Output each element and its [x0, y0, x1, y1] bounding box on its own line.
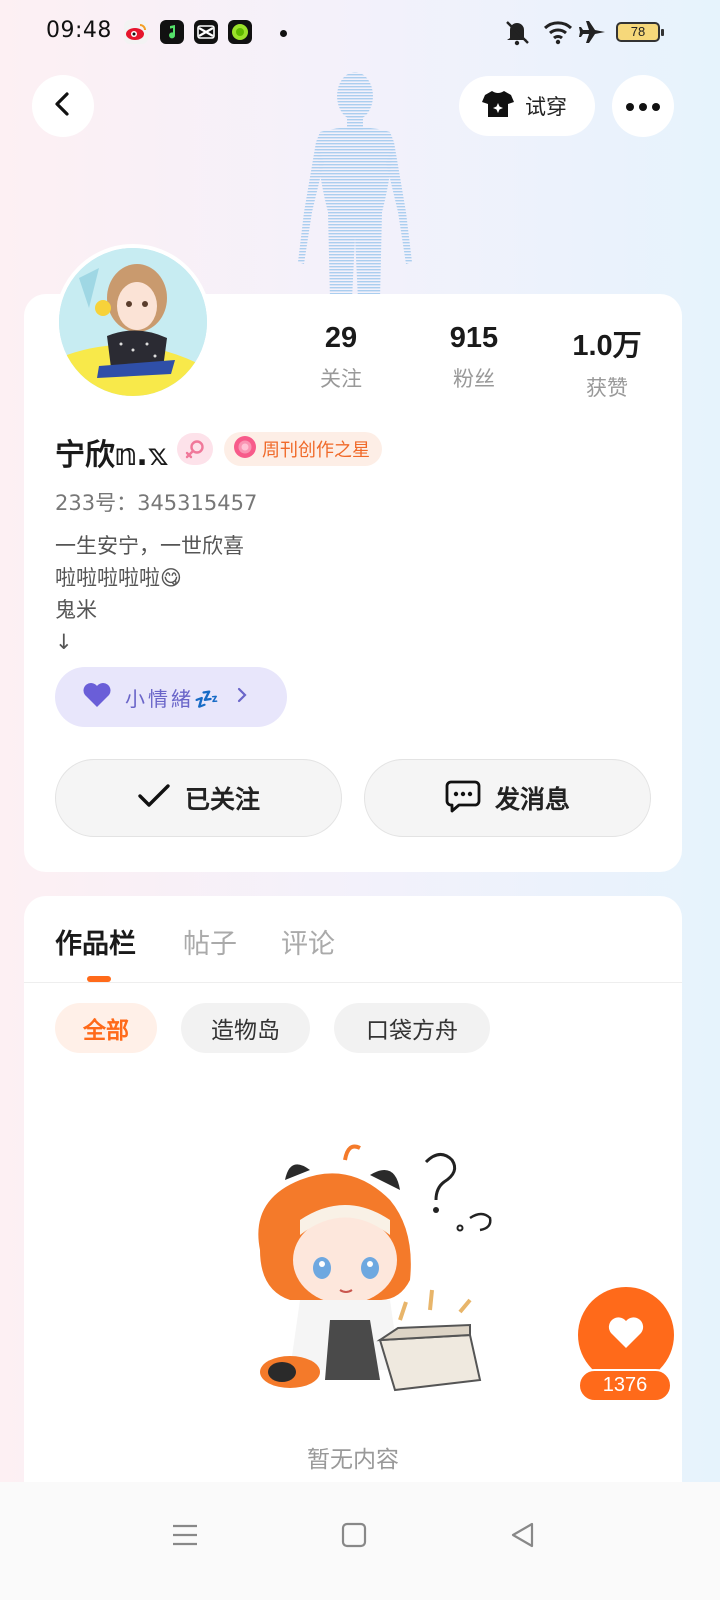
badge-label: 周刊创作之星	[262, 440, 370, 461]
tab-works[interactable]: 作品栏	[55, 922, 136, 961]
music-icon	[160, 20, 184, 44]
stat-likes[interactable]: 1.0万 获赞	[547, 322, 667, 402]
stat-value: 1.0万	[572, 330, 642, 362]
tab-posts[interactable]: 帖子	[183, 922, 237, 961]
stat-following[interactable]: 29 关注	[281, 322, 401, 393]
chevron-right-icon	[236, 686, 248, 708]
notification-dot	[280, 30, 287, 37]
followed-button[interactable]: 已关注	[55, 759, 342, 837]
stat-value: 29	[324, 322, 358, 354]
bio: 一生安宁，一世欣喜 啦啦啦啦啦😋 鬼米 ↓	[55, 534, 244, 654]
menu-icon[interactable]	[172, 1522, 198, 1552]
chevron-left-icon	[50, 91, 76, 121]
stat-label: 关注	[320, 367, 362, 391]
avatar-mannequin-figure	[298, 72, 412, 300]
more-button[interactable]	[612, 75, 674, 137]
flower-badge-icon	[232, 434, 258, 464]
home-square-icon[interactable]	[341, 1522, 367, 1552]
stat-label: 粉丝	[453, 367, 495, 391]
username: 宁欣𝕟.𝕩	[55, 438, 169, 473]
checkmark-icon	[137, 783, 171, 813]
system-nav-bar	[0, 1482, 720, 1600]
heart-icon	[606, 1315, 646, 1355]
shirt-icon	[481, 89, 515, 123]
battery-icon: 78	[616, 22, 664, 42]
stat-value: 915	[449, 322, 499, 354]
tab-divider	[24, 982, 682, 983]
send-message-label: 发消息	[494, 785, 570, 814]
mood-status-button[interactable]: 小情緒💤	[55, 667, 287, 727]
stat-followers[interactable]: 915 粉丝	[414, 322, 534, 393]
followed-label: 已关注	[184, 785, 260, 814]
status-time: 09:48	[46, 18, 112, 43]
green-app-icon	[228, 20, 252, 44]
avatar[interactable]	[55, 244, 211, 400]
stat-label: 获赞	[586, 376, 628, 400]
empty-state-text: 暂无内容	[307, 1447, 399, 1473]
like-count: 1376	[578, 1369, 672, 1402]
airplane-icon	[578, 18, 608, 50]
try-on-button[interactable]: 试穿	[459, 76, 595, 136]
female-icon	[177, 433, 213, 465]
try-on-label: 试穿	[525, 95, 567, 119]
filter-pocket-ark[interactable]: 口袋方舟	[334, 1003, 490, 1053]
filter-all[interactable]: 全部	[55, 1003, 157, 1053]
message-bubble-icon	[445, 779, 481, 817]
back-button[interactable]	[32, 75, 94, 137]
purple-heart-icon	[81, 681, 113, 713]
weekly-creator-badge[interactable]: 周刊创作之星	[224, 432, 382, 466]
empty-state-illustration	[258, 1144, 492, 1392]
back-triangle-icon[interactable]	[510, 1522, 536, 1552]
user-id: 233号：345315457	[55, 491, 258, 515]
filter-creation-island[interactable]: 造物岛	[181, 1003, 310, 1053]
capcut-icon	[194, 20, 218, 44]
mute-icon	[502, 18, 532, 50]
status-bar: 09:48 78	[0, 0, 720, 64]
more-dots-icon	[625, 97, 661, 116]
wifi-icon	[542, 18, 574, 50]
weibo-icon	[124, 20, 148, 44]
send-message-button[interactable]: 发消息	[364, 759, 651, 837]
mood-label: 小情緒💤	[125, 686, 222, 711]
tab-comments[interactable]: 评论	[281, 922, 335, 961]
